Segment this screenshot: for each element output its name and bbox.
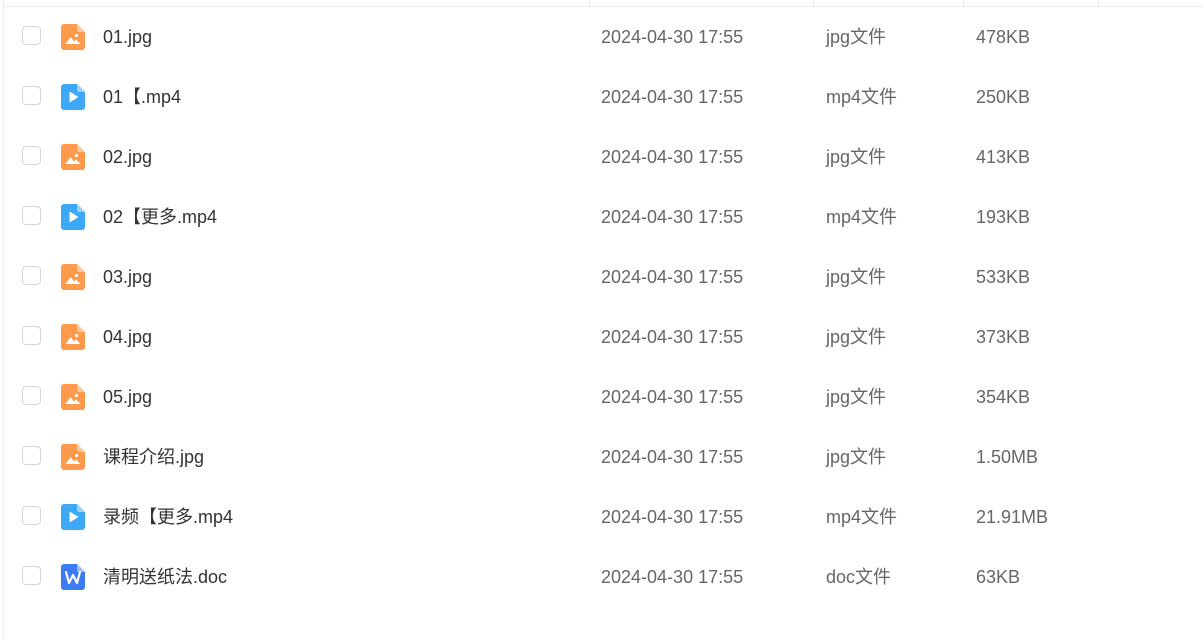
file-size: 533KB: [976, 267, 1031, 287]
row-checkbox[interactable]: [22, 566, 41, 585]
column-resizer[interactable]: [1098, 0, 1099, 6]
video-file-icon: [61, 84, 85, 110]
image-file-icon: [61, 324, 85, 350]
file-row[interactable]: 03.jpg 2024-04-30 17:55 jpg文件 533KB: [0, 247, 1203, 307]
column-resizer[interactable]: [813, 0, 814, 6]
file-row[interactable]: 课程介绍.jpg 2024-04-30 17:55 jpg文件 1.50MB: [0, 427, 1203, 487]
file-type: jpg文件: [826, 327, 887, 347]
image-file-icon: [61, 384, 85, 410]
file-size: 21.91MB: [976, 507, 1049, 527]
file-row[interactable]: 录频【更多.mp4 2024-04-30 17:55 mp4文件 21.91MB: [0, 487, 1203, 547]
file-size: 373KB: [976, 327, 1031, 347]
file-size: 63KB: [976, 567, 1021, 587]
image-file-icon: [61, 24, 85, 50]
file-name[interactable]: 01【.mp4: [103, 86, 181, 108]
file-size: 250KB: [976, 87, 1031, 107]
file-name[interactable]: 01.jpg: [103, 26, 152, 48]
row-checkbox[interactable]: [22, 506, 41, 525]
file-modified-date: 2024-04-30 17:55: [601, 447, 744, 467]
file-list-view: 01.jpg 2024-04-30 17:55 jpg文件 478KB 01【.mp4 2…: [0, 0, 1203, 639]
file-row[interactable]: 清明送纸法.doc 2024-04-30 17:55 doc文件 63KB: [0, 547, 1203, 607]
column-resizer[interactable]: [589, 0, 590, 6]
file-row[interactable]: 04.jpg 2024-04-30 17:55 jpg文件 373KB: [0, 307, 1203, 367]
file-modified-date: 2024-04-30 17:55: [601, 567, 744, 587]
file-type: mp4文件: [826, 87, 898, 107]
file-name[interactable]: 03.jpg: [103, 266, 152, 288]
file-type: mp4文件: [826, 207, 898, 227]
file-size: 1.50MB: [976, 447, 1039, 467]
file-type: mp4文件: [826, 507, 898, 527]
file-name[interactable]: 清明送纸法.doc: [103, 566, 227, 588]
file-name[interactable]: 录频【更多.mp4: [103, 506, 233, 528]
row-checkbox[interactable]: [22, 446, 41, 465]
file-row[interactable]: 01.jpg 2024-04-30 17:55 jpg文件 478KB: [0, 7, 1203, 67]
file-modified-date: 2024-04-30 17:55: [601, 387, 744, 407]
file-type: doc文件: [826, 567, 892, 587]
row-checkbox[interactable]: [22, 26, 41, 45]
image-file-icon: [61, 444, 85, 470]
file-modified-date: 2024-04-30 17:55: [601, 207, 744, 227]
row-checkbox[interactable]: [22, 326, 41, 345]
file-list: 01.jpg 2024-04-30 17:55 jpg文件 478KB 01【.mp4 2…: [0, 7, 1203, 607]
video-file-icon: [61, 504, 85, 530]
image-file-icon: [61, 144, 85, 170]
file-type: jpg文件: [826, 447, 887, 467]
file-type: jpg文件: [826, 387, 887, 407]
file-modified-date: 2024-04-30 17:55: [601, 87, 744, 107]
row-checkbox[interactable]: [22, 386, 41, 405]
file-name[interactable]: 05.jpg: [103, 386, 152, 408]
image-file-icon: [61, 264, 85, 290]
file-size: 354KB: [976, 387, 1031, 407]
file-type: jpg文件: [826, 147, 887, 167]
column-resizer[interactable]: [963, 0, 964, 6]
column-header: [4, 0, 1203, 7]
file-type: jpg文件: [826, 27, 887, 47]
row-checkbox[interactable]: [22, 86, 41, 105]
file-row[interactable]: 02【更多.mp4 2024-04-30 17:55 mp4文件 193KB: [0, 187, 1203, 247]
row-checkbox[interactable]: [22, 266, 41, 285]
word-doc-icon: [61, 564, 85, 590]
file-modified-date: 2024-04-30 17:55: [601, 267, 744, 287]
file-name[interactable]: 课程介绍.jpg: [103, 446, 204, 468]
file-size: 193KB: [976, 207, 1031, 227]
file-name[interactable]: 04.jpg: [103, 326, 152, 348]
file-name[interactable]: 02【更多.mp4: [103, 206, 217, 228]
file-row[interactable]: 05.jpg 2024-04-30 17:55 jpg文件 354KB: [0, 367, 1203, 427]
row-checkbox[interactable]: [22, 146, 41, 165]
file-row[interactable]: 01【.mp4 2024-04-30 17:55 mp4文件 250KB: [0, 67, 1203, 127]
file-modified-date: 2024-04-30 17:55: [601, 147, 744, 167]
file-size: 413KB: [976, 147, 1031, 167]
file-modified-date: 2024-04-30 17:55: [601, 327, 744, 347]
file-name[interactable]: 02.jpg: [103, 146, 152, 168]
file-size: 478KB: [976, 27, 1031, 47]
file-modified-date: 2024-04-30 17:55: [601, 507, 744, 527]
file-type: jpg文件: [826, 267, 887, 287]
row-checkbox[interactable]: [22, 206, 41, 225]
file-row[interactable]: 02.jpg 2024-04-30 17:55 jpg文件 413KB: [0, 127, 1203, 187]
video-file-icon: [61, 204, 85, 230]
file-modified-date: 2024-04-30 17:55: [601, 27, 744, 47]
